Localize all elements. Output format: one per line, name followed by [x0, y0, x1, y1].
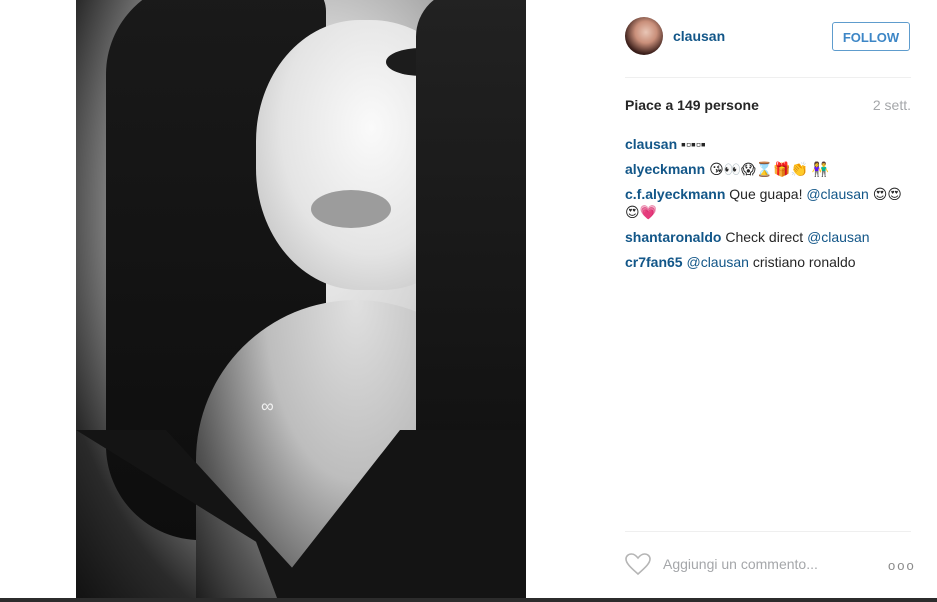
- post-photo[interactable]: ∞: [76, 0, 526, 602]
- comment-text: 😘👀😱⌛🎁👏 👫: [709, 161, 830, 177]
- infinity-pendant-icon: ∞: [261, 396, 274, 416]
- avatar[interactable]: [625, 17, 663, 55]
- comment-user[interactable]: alyeckmann: [625, 161, 705, 177]
- post-details-panel: clausan FOLLOW Piace a 149 persone 2 set…: [605, 0, 937, 602]
- add-comment-input[interactable]: Aggiungi un commento...: [663, 556, 818, 572]
- comment-item: alyeckmann 😘👀😱⌛🎁👏 👫: [625, 160, 915, 178]
- bottom-strip: [0, 598, 937, 602]
- comment-text: ▪▫▪▫▪: [681, 136, 706, 152]
- comment-mention[interactable]: @clausan: [806, 186, 868, 202]
- comment-item: c.f.alyeckmann Que guapa! @clausan 😍😍😍💗: [625, 185, 915, 221]
- follow-button[interactable]: FOLLOW: [832, 22, 910, 51]
- post-author-username[interactable]: clausan: [673, 28, 725, 44]
- comment-user[interactable]: clausan: [625, 136, 677, 152]
- comment-text: Que guapa!: [729, 186, 803, 202]
- comment-item: clausan ▪▫▪▫▪: [625, 135, 915, 153]
- comment-user[interactable]: shantaronaldo: [625, 229, 721, 245]
- footer-divider: [625, 531, 911, 532]
- comment-item: shantaronaldo Check direct @clausan: [625, 228, 915, 246]
- comment-mention[interactable]: @clausan: [686, 254, 748, 270]
- comment-item: cr7fan65 @clausan cristiano ronaldo: [625, 253, 915, 271]
- comment-user[interactable]: c.f.alyeckmann: [625, 186, 725, 202]
- comments-list: clausan ▪▫▪▫▪ alyeckmann 😘👀😱⌛🎁👏 👫 c.f.al…: [625, 135, 915, 278]
- heart-icon[interactable]: [624, 552, 652, 576]
- comment-text: Check direct: [725, 229, 804, 245]
- likes-count[interactable]: Piace a 149 persone: [625, 97, 759, 113]
- header-divider: [625, 77, 911, 78]
- post-date[interactable]: 2 sett.: [873, 97, 911, 113]
- comment-mention[interactable]: @clausan: [807, 229, 869, 245]
- comment-text: cristiano ronaldo: [752, 254, 856, 270]
- photo-lips: [311, 190, 391, 228]
- comment-user[interactable]: cr7fan65: [625, 254, 683, 270]
- more-options-icon[interactable]: ooo: [888, 558, 916, 573]
